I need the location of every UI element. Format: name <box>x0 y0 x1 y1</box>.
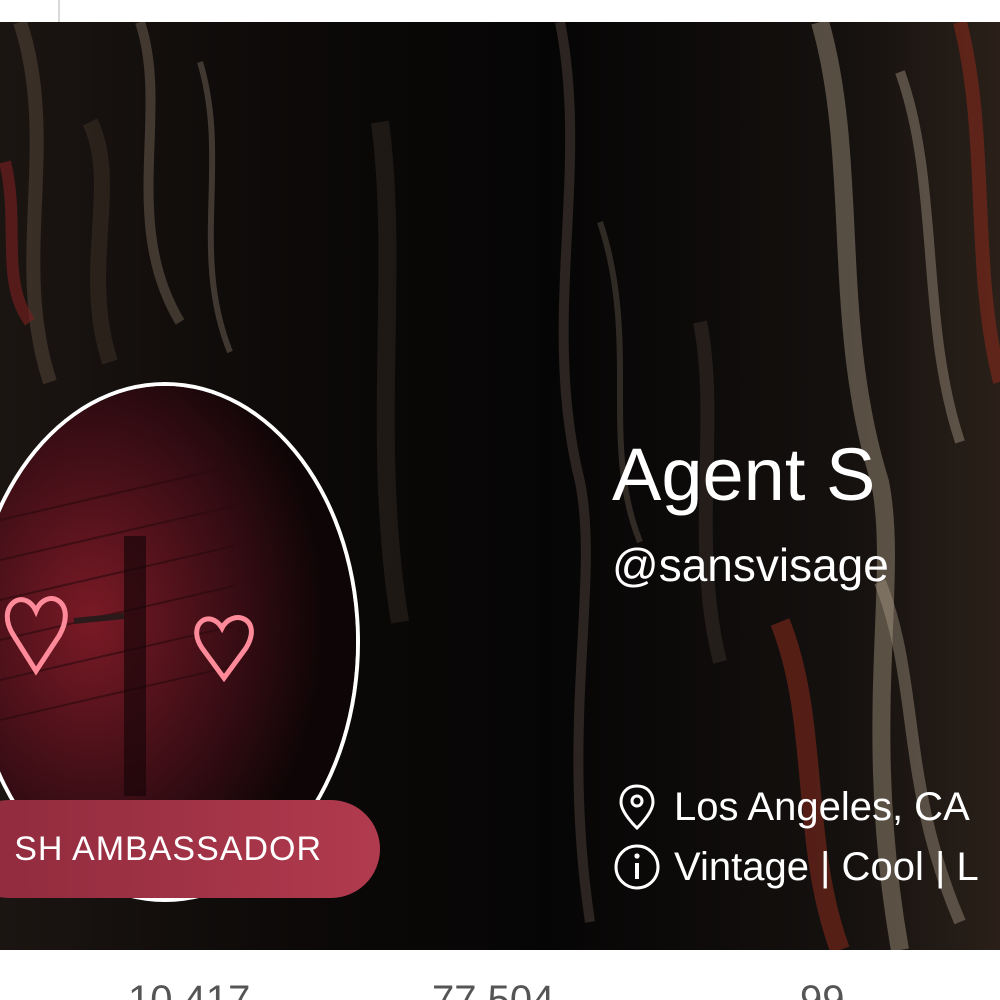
tags-text: Vintage | Cool | L <box>674 844 979 889</box>
info-circle-icon <box>614 844 660 890</box>
profile-banner: SH AMBASSADOR Agent S @sansvisage Los An… <box>0 22 1000 950</box>
tags-row: Vintage | Cool | L <box>612 842 979 892</box>
stat-value-3[interactable]: 99 <box>800 978 845 1000</box>
ambassador-badge: SH AMBASSADOR <box>0 800 380 898</box>
stats-bar: 10,417 77,504 99 <box>0 950 1000 1000</box>
location-row: Los Angeles, CA <box>612 782 970 832</box>
display-name: Agent S <box>612 433 876 516</box>
user-handle: @sansvisage <box>612 539 889 591</box>
stat-value-2[interactable]: 77,504 <box>432 978 554 1000</box>
map-pin-icon <box>619 784 655 831</box>
top-bar <box>0 0 1000 22</box>
top-bar-divider <box>58 0 60 22</box>
stat-value-1[interactable]: 10,417 <box>128 978 250 1000</box>
location-text: Los Angeles, CA <box>674 784 970 829</box>
